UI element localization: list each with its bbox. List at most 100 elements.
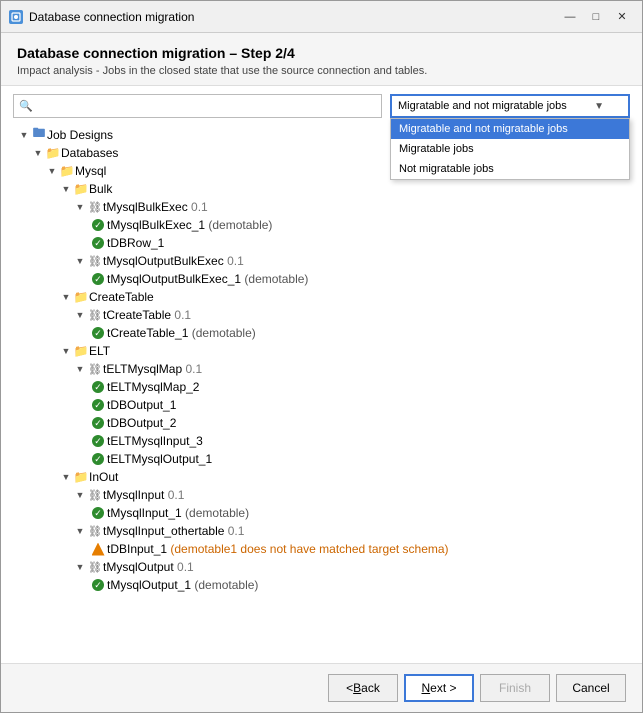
finish-button[interactable]: Finish [480,674,550,702]
tree-item-tELTMysqlMap[interactable]: ▼ ⛓ tELTMysqlMap 0.1 [13,360,630,378]
tree-child-tMysqlOutputBulkExec_1[interactable]: ✓ tMysqlOutputBulkExec_1 (demotable) [13,270,630,288]
elt-expand-icon: ▼ [59,344,73,358]
root-folder-icon: 🖿 [31,128,47,142]
window-title: Database connection migration [29,10,194,24]
job-icon: ⛓ [87,560,103,574]
ok-icon: ✓ [91,416,105,430]
ok-icon: ✓ [91,398,105,412]
tMysqlOutputBulkExec-label: tMysqlOutputBulkExec 0.1 [103,254,244,268]
databases-folder-icon: 📁 [45,146,61,160]
filter-dropdown[interactable]: Migratable and not migratable jobs ▼ [390,94,630,118]
cancel-button[interactable]: Cancel [556,674,626,702]
tCreateTable-label: tCreateTable 0.1 [103,308,191,322]
main-window: Database connection migration — □ ✕ Data… [0,0,643,713]
job-icon: ⛓ [87,362,103,376]
tree-group-elt[interactable]: ▼ 📁 ELT [13,342,630,360]
inout-expand-icon: ▼ [59,470,73,484]
bulk-expand-icon: ▼ [59,182,73,196]
tree-item-tMysqlBulkExec[interactable]: ▼ ⛓ tMysqlBulkExec 0.1 [13,198,630,216]
dialog-header: Database connection migration – Step 2/4… [1,33,642,85]
tree-child-tMysqlInput_1[interactable]: ✓ tMysqlInput_1 (demotable) [13,504,630,522]
maximize-button[interactable]: □ [584,7,608,27]
back-underline: B [353,681,361,695]
tree-child-tELTMysqlInput_3[interactable]: ✓ tELTMysqlInput_3 [13,432,630,450]
createtable-expand-icon: ▼ [59,290,73,304]
tMysqlBulkExec-label: tMysqlBulkExec 0.1 [103,200,208,214]
ok-icon: ✓ [91,326,105,340]
tree-child-tDBRow_1[interactable]: ✓ tDBRow_1 [13,234,630,252]
tree-group-inout[interactable]: ▼ 📁 InOut [13,468,630,486]
ok-icon: ✓ [91,434,105,448]
tree-databases-label: Databases [61,146,118,160]
databases-expand-icon: ▼ [31,146,45,160]
tree-group-bulk[interactable]: ▼ 📁 Bulk [13,180,630,198]
elt-folder-icon: 📁 [73,344,89,358]
next-button[interactable]: Next > [404,674,474,702]
tELTMysqlMap-label: tELTMysqlMap 0.1 [103,362,202,376]
ok-icon: ✓ [91,218,105,232]
title-bar: Database connection migration — □ ✕ [1,1,642,33]
dropdown-menu: Migratable and not migratable jobs Migra… [390,118,630,180]
createtable-folder-icon: 📁 [73,290,89,304]
root-expand-icon: ▼ [17,128,31,142]
tree-child-tDBInput_1[interactable]: tDBInput_1 (demotable1 does not have mat… [13,540,630,558]
ok-icon: ✓ [91,380,105,394]
tree-child-tDBOutput_2[interactable]: ✓ tDBOutput_2 [13,414,630,432]
tree-item-tMysqlOutputBulkExec[interactable]: ▼ ⛓ tMysqlOutputBulkExec 0.1 [13,252,630,270]
minimize-button[interactable]: — [558,7,582,27]
close-button[interactable]: ✕ [610,7,634,27]
dropdown-option-0[interactable]: Migratable and not migratable jobs [391,119,629,139]
bulk-label: Bulk [89,182,112,196]
tMysqlInput_othertable-label: tMysqlInput_othertable 0.1 [103,524,244,538]
ok-icon: ✓ [91,578,105,592]
dropdown-option-2[interactable]: Not migratable jobs [391,159,629,179]
next-underline: N [421,681,430,695]
tMysqlInput-expand-icon: ▼ [73,488,87,502]
ok-icon: ✓ [91,272,105,286]
mysql-expand-icon: ▼ [45,164,59,178]
tree-item-tMysqlInput_othertable[interactable]: ▼ ⛓ tMysqlInput_othertable 0.1 [13,522,630,540]
tELTMysqlOutput_1-label: tELTMysqlOutput_1 [107,452,212,466]
tELTMysqlMap-expand-icon: ▼ [73,362,87,376]
search-input[interactable] [13,94,382,118]
tDBRow_1-label: tDBRow_1 [107,236,164,250]
mysql-folder-icon: 📁 [59,164,75,178]
tree-group-createtable[interactable]: ▼ 📁 CreateTable [13,288,630,306]
tree-item-tCreateTable[interactable]: ▼ ⛓ tCreateTable 0.1 [13,306,630,324]
tree-child-tMysqlOutput_1[interactable]: ✓ tMysqlOutput_1 (demotable) [13,576,630,594]
tree-item-tMysqlInput[interactable]: ▼ ⛓ tMysqlInput 0.1 [13,486,630,504]
job-icon: ⛓ [87,254,103,268]
filter-bar: 🔍 Migratable and not migratable jobs ▼ M… [13,94,630,118]
dropdown-option-1[interactable]: Migratable jobs [391,139,629,159]
tree-child-tDBOutput_1[interactable]: ✓ tDBOutput_1 [13,396,630,414]
tELTMysqlMap_2-label: tELTMysqlMap_2 [107,380,199,394]
window-icon [9,10,23,24]
job-icon: ⛓ [87,200,103,214]
tDBOutput_2-label: tDBOutput_2 [107,416,176,430]
tree-container: ▼ 🖿 Job Designs ▼ 📁 Databases ▼ 📁 Mysql [13,126,630,651]
tMysqlBulkExec-expand-icon: ▼ [73,200,87,214]
tree-root-label: Job Designs [47,128,113,142]
tree-child-tMysqlBulkExec_1[interactable]: ✓ tMysqlBulkExec_1 (demotable) [13,216,630,234]
ok-icon: ✓ [91,236,105,250]
job-icon: ⛓ [87,524,103,538]
tree-child-tELTMysqlOutput_1[interactable]: ✓ tELTMysqlOutput_1 [13,450,630,468]
tCreateTable_1-label: tCreateTable_1 (demotable) [107,326,256,340]
ok-icon: ✓ [91,452,105,466]
tMysqlBulkExec_1-label: tMysqlBulkExec_1 (demotable) [107,218,272,232]
tMysqlOutput-label: tMysqlOutput 0.1 [103,560,194,574]
back-button[interactable]: < Back [328,674,398,702]
job-icon: ⛓ [87,488,103,502]
tMysqlOutput_1-label: tMysqlOutput_1 (demotable) [107,578,258,592]
tCreateTable-expand-icon: ▼ [73,308,87,322]
tree-child-tELTMysqlMap_2[interactable]: ✓ tELTMysqlMap_2 [13,378,630,396]
tMysqlOutputBulkExec_1-label: tMysqlOutputBulkExec_1 (demotable) [107,272,308,286]
tree-child-tCreateTable_1[interactable]: ✓ tCreateTable_1 (demotable) [13,324,630,342]
dialog-subtitle: Impact analysis - Jobs in the closed sta… [17,65,626,77]
dialog-body: 🔍 Migratable and not migratable jobs ▼ M… [1,85,642,664]
elt-label: ELT [89,344,110,358]
tMysqlOutputBulkExec-expand-icon: ▼ [73,254,87,268]
title-bar-controls: — □ ✕ [558,7,634,27]
search-wrapper: 🔍 [13,94,382,118]
tree-item-tMysqlOutput[interactable]: ▼ ⛓ tMysqlOutput 0.1 [13,558,630,576]
